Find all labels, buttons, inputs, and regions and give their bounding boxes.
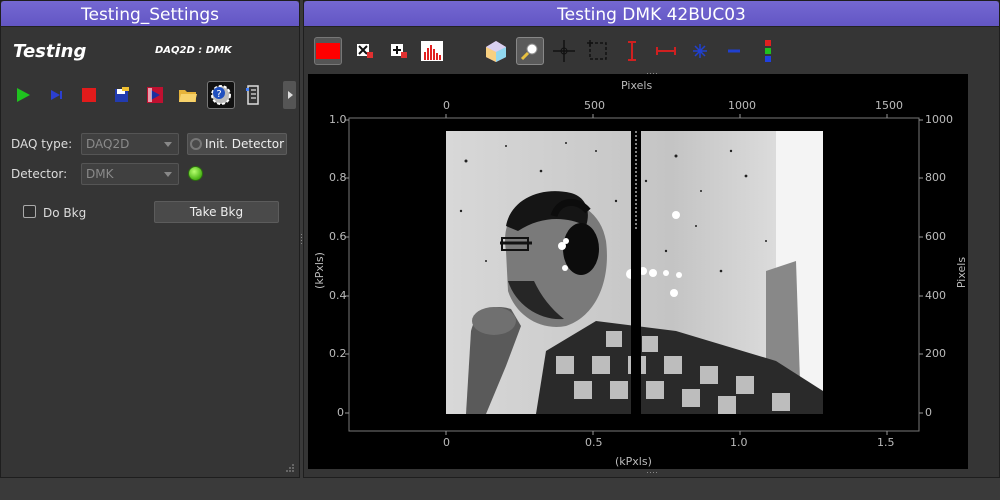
image-viewer[interactable]: Pixels (kPxls) (kPxls) Pixels 0 500 1000…	[308, 74, 968, 469]
left-tick-label: 1.0	[329, 113, 347, 126]
left-tick-label: 0.8	[329, 171, 347, 184]
histogram-icon[interactable]	[418, 37, 446, 65]
chevron-down-icon	[164, 172, 172, 177]
do-bkg-label: Do Bkg	[43, 206, 87, 220]
detector-label: Detector:	[11, 167, 68, 181]
viewer-toolbar	[312, 37, 992, 67]
right-tick-label: 800	[925, 171, 946, 184]
left-tick-label: 0.4	[329, 289, 347, 302]
svg-text:?: ?	[216, 89, 221, 100]
top-tick-label: 1500	[875, 99, 903, 112]
flip-lr-icon[interactable]	[384, 37, 412, 65]
do-bkg-checkbox[interactable]	[23, 205, 36, 218]
camera-image[interactable]	[446, 131, 823, 414]
settings-help-icon[interactable]: ?	[207, 81, 235, 109]
bottom-axis-label: (kPxls)	[615, 455, 652, 468]
settings-subheading: DAQ2D : DMK	[155, 45, 232, 56]
right-tick-label: 400	[925, 289, 946, 302]
right-tick-label: 0	[925, 406, 932, 419]
bottom-tick-label: 1.0	[730, 436, 748, 449]
daq-type-label: DAQ type:	[11, 137, 73, 151]
detector-select[interactable]: DMK	[81, 163, 179, 185]
settings-header: Testing DAQ2D : DMK	[1, 27, 299, 77]
right-tick-label: 600	[925, 230, 946, 243]
color-red-icon[interactable]	[314, 37, 342, 65]
bottom-tick-label: 0.5	[585, 436, 603, 449]
channels-icon[interactable]	[754, 37, 782, 65]
left-tick-label: 0.6	[329, 230, 347, 243]
viewer-dock-title[interactable]: Testing DMK 42BUC03	[304, 1, 999, 27]
bottom-tick-label: 0	[443, 436, 450, 449]
top-tick-label: 1000	[728, 99, 756, 112]
top-tick-label: 0	[443, 99, 450, 112]
stop-icon[interactable]	[75, 81, 103, 109]
settings-dock: Testing_Settings Testing DAQ2D : DMK ? D…	[0, 0, 300, 478]
right-axis-label: Pixels	[955, 256, 969, 289]
more-arrow-icon[interactable]	[283, 81, 296, 109]
horizontal-marker-icon[interactable]	[652, 37, 680, 65]
detector-value: DMK	[86, 167, 114, 181]
save-icon[interactable]	[108, 81, 136, 109]
vertical-marker-icon[interactable]	[618, 37, 646, 65]
right-tick-label: 200	[925, 347, 946, 360]
resize-grip-icon[interactable]	[285, 463, 295, 473]
bottom-tick-label: 1.5	[877, 436, 895, 449]
colormap-icon[interactable]	[482, 37, 510, 65]
daq-type-value: DAQ2D	[86, 137, 130, 151]
take-bkg-button[interactable]: Take Bkg	[154, 201, 279, 223]
detector-status-led	[188, 166, 203, 181]
init-detector-label: Init. Detector	[204, 137, 285, 151]
play-icon[interactable]	[9, 81, 37, 109]
step-icon[interactable]	[42, 81, 70, 109]
detector-status-icon	[189, 138, 202, 150]
crosshair-icon[interactable]	[550, 37, 578, 65]
log-icon[interactable]	[240, 81, 268, 109]
zoom-icon[interactable]	[516, 37, 544, 65]
left-tick-label: 0	[337, 406, 344, 419]
left-axis-label: (kPxls)	[312, 252, 326, 289]
chevron-down-icon	[164, 142, 172, 147]
roi-rect-icon[interactable]	[584, 37, 612, 65]
bottom-splitter-handle[interactable]	[646, 471, 660, 474]
line-profile-icon[interactable]	[720, 37, 748, 65]
isocurve-icon[interactable]	[686, 37, 714, 65]
top-tick-label: 500	[584, 99, 605, 112]
right-tick-label: 1000	[925, 113, 953, 126]
settings-dock-title[interactable]: Testing_Settings	[1, 1, 299, 27]
flip-ud-icon[interactable]	[350, 37, 378, 65]
settings-heading: Testing	[13, 41, 87, 62]
left-tick-label: 0.2	[329, 347, 347, 360]
init-detector-button[interactable]: Init. Detector	[187, 133, 287, 155]
open-folder-icon[interactable]	[174, 81, 202, 109]
daq-type-select[interactable]: DAQ2D	[81, 133, 179, 155]
top-axis-label: Pixels	[621, 79, 653, 92]
viewer-dock: Testing DMK 42BUC03 Pixels (kPxls) (kPxl…	[303, 0, 1000, 478]
record-icon[interactable]	[141, 81, 169, 109]
settings-toolbar: ?	[9, 81, 296, 113]
